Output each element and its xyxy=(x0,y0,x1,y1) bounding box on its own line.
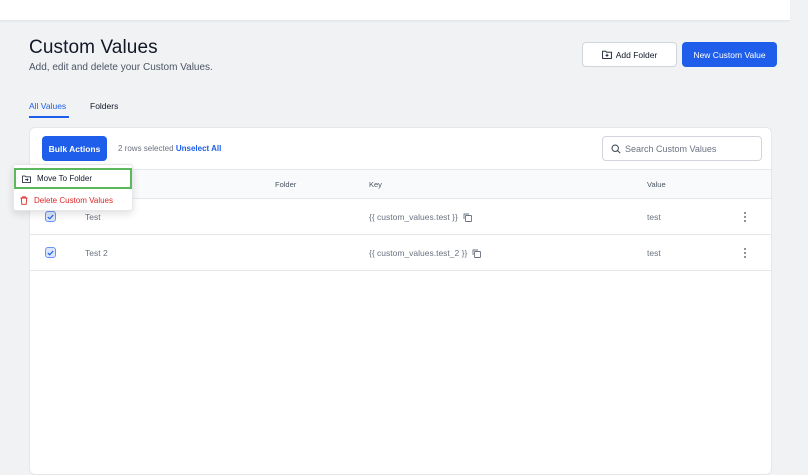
page-title: Custom Values xyxy=(29,37,158,58)
unselect-all-link[interactable]: Unselect All xyxy=(176,144,222,153)
column-header-key[interactable]: Key xyxy=(369,180,382,189)
checkmark-icon xyxy=(47,214,54,220)
more-options-icon[interactable] xyxy=(741,210,749,224)
table-row[interactable]: Test 2 {{ custom_values.test_2 }} test xyxy=(30,235,771,271)
active-tab-indicator xyxy=(29,116,69,118)
tab-all-values[interactable]: All Values xyxy=(29,101,66,111)
row-name: Test 2 xyxy=(85,248,108,258)
add-folder-label: Add Folder xyxy=(615,49,658,60)
folder-move-icon xyxy=(22,175,31,183)
custom-values-card: Bulk Actions 2 rows selected Unselect Al… xyxy=(29,127,772,475)
search-input[interactable] xyxy=(625,143,755,154)
row-name: Test xyxy=(85,212,101,222)
more-options-icon[interactable] xyxy=(741,246,749,260)
top-bar xyxy=(0,0,790,21)
row-checkbox[interactable] xyxy=(45,247,56,258)
row-key: {{ custom_values.test }} xyxy=(369,212,472,222)
move-to-folder-label: Move To Folder xyxy=(37,174,92,183)
row-value: test xyxy=(647,212,661,222)
add-folder-button[interactable]: Add Folder xyxy=(582,42,677,67)
checkmark-icon xyxy=(47,250,54,256)
row-checkbox[interactable] xyxy=(45,211,56,222)
bulk-actions-menu: Move To Folder Delete Custom Values xyxy=(13,164,133,211)
bulk-actions-button[interactable]: Bulk Actions xyxy=(42,136,107,161)
row-key: {{ custom_values.test_2 }} xyxy=(369,248,482,258)
search-icon xyxy=(611,143,621,154)
row-key-text: {{ custom_values.test }} xyxy=(369,212,458,222)
move-to-folder-menu-item[interactable]: Move To Folder xyxy=(14,168,132,189)
column-header-folder[interactable]: Folder xyxy=(275,180,296,189)
copy-icon[interactable] xyxy=(463,213,472,222)
rows-selected-text: 2 rows selected xyxy=(118,144,174,153)
row-key-text: {{ custom_values.test_2 }} xyxy=(369,248,468,258)
trash-icon xyxy=(20,195,28,205)
delete-custom-values-label: Delete Custom Values xyxy=(34,195,113,205)
search-box[interactable] xyxy=(602,136,762,161)
tab-folders[interactable]: Folders xyxy=(90,101,118,111)
folder-plus-icon xyxy=(601,50,612,59)
delete-custom-values-menu-item[interactable]: Delete Custom Values xyxy=(14,190,134,210)
row-value: test xyxy=(647,248,661,258)
page-subtitle: Add, edit and delete your Custom Values. xyxy=(29,62,213,73)
table-row[interactable]: Test {{ custom_values.test }} test xyxy=(30,199,771,235)
copy-icon[interactable] xyxy=(472,249,482,258)
column-header-value[interactable]: Value xyxy=(647,180,666,189)
new-custom-value-button[interactable]: New Custom Value xyxy=(682,42,777,67)
table-header: Folder Key Value xyxy=(30,169,771,199)
rows-selected-status: 2 rows selected Unselect All xyxy=(118,144,221,153)
